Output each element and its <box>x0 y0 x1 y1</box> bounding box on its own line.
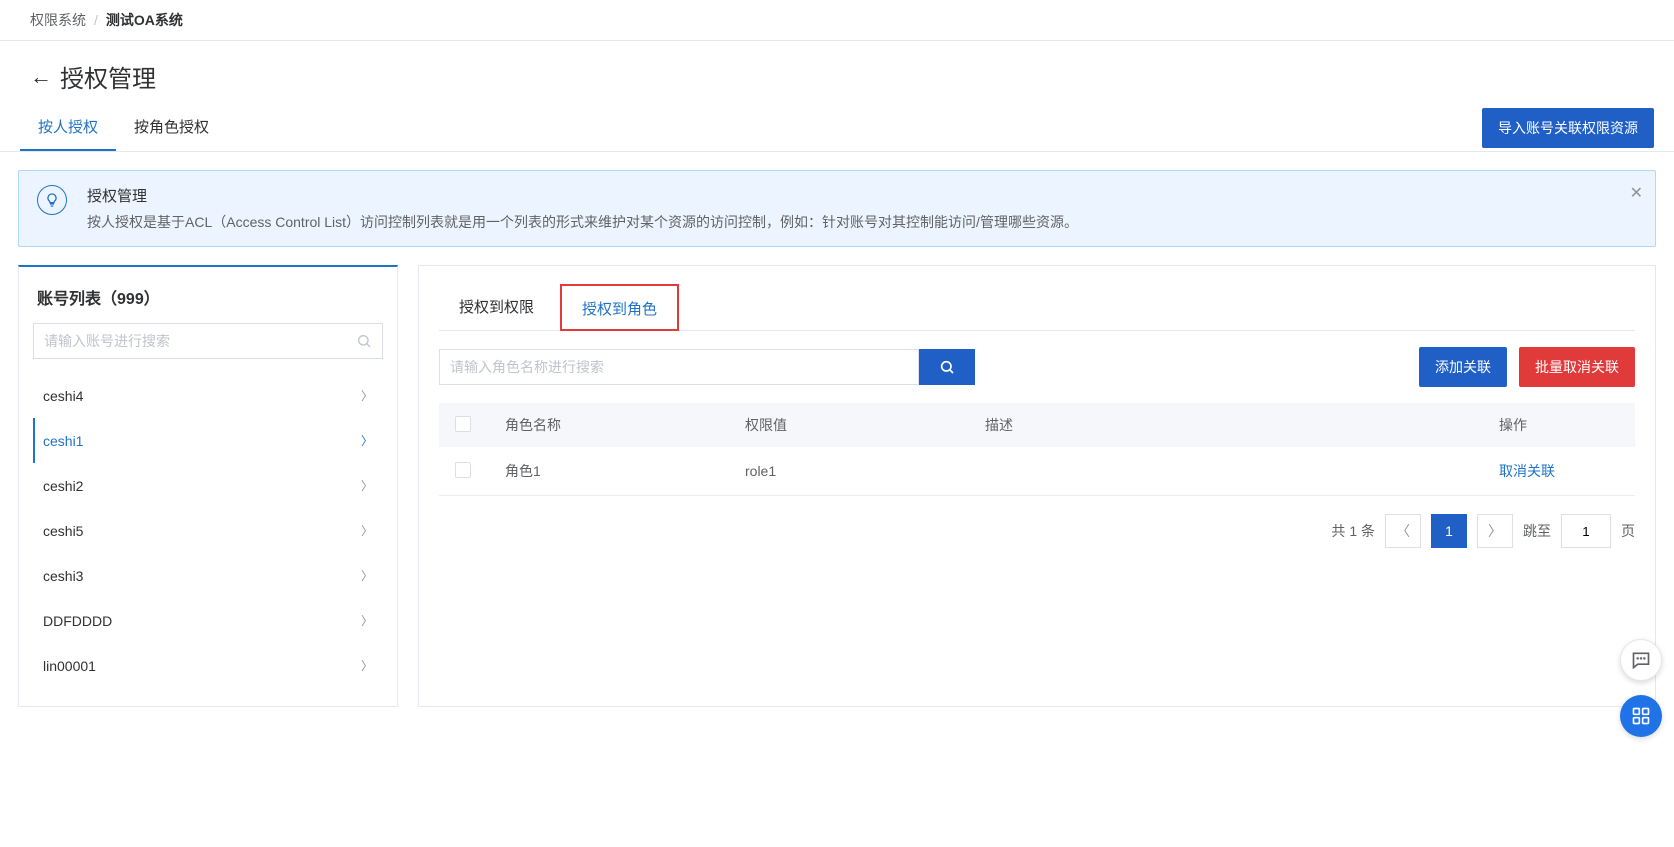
import-account-button[interactable]: 导入账号关联权限资源 <box>1482 108 1654 148</box>
table-row: 角色1 role1 取消关联 <box>439 447 1635 496</box>
cell-op: 取消关联 <box>1499 461 1619 481</box>
account-label: DDFDDDD <box>43 613 112 629</box>
page-suffix: 页 <box>1621 521 1635 541</box>
header-role-name: 角色名称 <box>505 415 745 435</box>
breadcrumb-item-current: 测试OA系统 <box>106 10 183 30</box>
sidebar-title-text: 账号列表 <box>37 291 101 308</box>
account-item[interactable]: ceshi5 〉 <box>33 508 383 553</box>
account-label: ceshi5 <box>43 523 83 539</box>
account-label: ceshi1 <box>43 433 83 449</box>
account-label: ceshi2 <box>43 478 83 494</box>
pagination: 共 1 条 〈 1 〉 跳至 页 <box>439 514 1635 548</box>
inner-tabs: 授权到权限 授权到角色 <box>439 284 1635 331</box>
chevron-right-icon: 〉 <box>361 657 373 674</box>
tab-by-person[interactable]: 按人授权 <box>20 104 116 151</box>
sidebar-title: 账号列表（999） <box>33 285 383 309</box>
lightbulb-icon <box>37 185 67 215</box>
account-search-box <box>33 323 383 359</box>
breadcrumb-item[interactable]: 权限系统 <box>30 10 86 30</box>
chevron-right-icon: 〉 <box>361 477 373 494</box>
header-desc: 描述 <box>985 415 1499 435</box>
content-panel: 授权到权限 授权到角色 添加关联 批量取消关联 <box>418 265 1656 707</box>
select-all-checkbox[interactable] <box>455 416 471 432</box>
breadcrumb: 权限系统 / 测试OA系统 <box>0 0 1674 41</box>
role-table: 角色名称 权限值 描述 操作 角色1 role1 取消关联 <box>439 403 1635 496</box>
sidebar-count: （999） <box>101 291 160 308</box>
cell-perm-value: role1 <box>745 463 985 479</box>
header-checkbox-cell <box>455 416 505 435</box>
action-row: 添加关联 批量取消关联 <box>439 347 1635 387</box>
info-title: 授权管理 <box>87 185 1078 206</box>
page-title: 授权管理 <box>60 59 156 94</box>
cancel-relation-link[interactable]: 取消关联 <box>1499 463 1555 479</box>
header-perm-value: 权限值 <box>745 415 985 435</box>
account-item[interactable]: ceshi1 〉 <box>33 418 383 463</box>
top-tabs-row: 按人授权 按角色授权 导入账号关联权限资源 <box>0 104 1674 152</box>
chevron-right-icon: 〉 <box>361 387 373 404</box>
account-list: ceshi4 〉 ceshi1 〉 ceshi2 〉 ceshi5 〉 cesh… <box>33 373 383 688</box>
account-item[interactable]: ceshi3 〉 <box>33 553 383 598</box>
row-checkbox-cell <box>455 462 505 481</box>
chevron-right-icon: 〉 <box>361 522 373 539</box>
apps-button[interactable] <box>1620 695 1662 737</box>
tab-by-role[interactable]: 按角色授权 <box>116 104 227 151</box>
info-desc: 按人授权是基于ACL（Access Control List）访问控制列表就是用… <box>87 212 1078 232</box>
chevron-left-icon: 〈 <box>1396 521 1410 541</box>
back-arrow-icon[interactable]: ← <box>30 66 52 88</box>
breadcrumb-separator: / <box>94 12 98 28</box>
chevron-right-icon: 〉 <box>361 567 373 584</box>
next-page-button[interactable]: 〉 <box>1477 514 1513 548</box>
chat-button[interactable] <box>1620 639 1662 681</box>
account-label: ceshi4 <box>43 388 83 404</box>
cell-role-name: 角色1 <box>505 461 745 481</box>
bulk-cancel-button[interactable]: 批量取消关联 <box>1519 347 1635 387</box>
prev-page-button[interactable]: 〈 <box>1385 514 1421 548</box>
chat-icon <box>1631 650 1651 670</box>
page-header: ← 授权管理 <box>0 41 1674 104</box>
chevron-right-icon: 〉 <box>361 432 373 449</box>
info-content: 授权管理 按人授权是基于ACL（Access Control List）访问控制… <box>87 185 1078 232</box>
info-box: 授权管理 按人授权是基于ACL（Access Control List）访问控制… <box>18 170 1656 247</box>
role-search-combo <box>439 349 975 385</box>
top-tabs: 按人授权 按角色授权 <box>20 104 227 151</box>
search-icon[interactable] <box>356 333 372 349</box>
chevron-right-icon: 〉 <box>361 612 373 629</box>
table-header: 角色名称 权限值 描述 操作 <box>439 403 1635 447</box>
floating-buttons <box>1620 639 1662 737</box>
account-item[interactable]: DDFDDDD 〉 <box>33 598 383 643</box>
jump-label: 跳至 <box>1523 521 1551 541</box>
main-row: 账号列表（999） ceshi4 〉 ceshi1 〉 ceshi2 〉 ces… <box>0 265 1674 727</box>
grid-icon <box>1631 706 1651 726</box>
right-buttons: 添加关联 批量取消关联 <box>1419 347 1635 387</box>
tab-auth-to-perm[interactable]: 授权到权限 <box>439 284 554 330</box>
role-search-input[interactable] <box>439 349 919 385</box>
chevron-right-icon: 〉 <box>1488 521 1502 541</box>
account-label: ceshi3 <box>43 568 83 584</box>
account-item[interactable]: lin00001 〉 <box>33 643 383 688</box>
close-icon[interactable]: ✕ <box>1630 183 1643 203</box>
search-icon <box>939 359 955 375</box>
total-text: 共 1 条 <box>1331 521 1375 541</box>
account-search-input[interactable] <box>44 333 356 349</box>
row-checkbox[interactable] <box>455 462 471 478</box>
add-relation-button[interactable]: 添加关联 <box>1419 347 1507 387</box>
account-item[interactable]: ceshi2 〉 <box>33 463 383 508</box>
jump-page-input[interactable] <box>1561 514 1611 548</box>
header-op: 操作 <box>1499 415 1619 435</box>
page-number-button[interactable]: 1 <box>1431 514 1467 548</box>
account-label: lin00001 <box>43 658 96 674</box>
account-sidebar: 账号列表（999） ceshi4 〉 ceshi1 〉 ceshi2 〉 ces… <box>18 265 398 707</box>
tab-auth-to-role[interactable]: 授权到角色 <box>560 284 679 331</box>
account-item[interactable]: ceshi4 〉 <box>33 373 383 418</box>
role-search-button[interactable] <box>919 349 975 385</box>
